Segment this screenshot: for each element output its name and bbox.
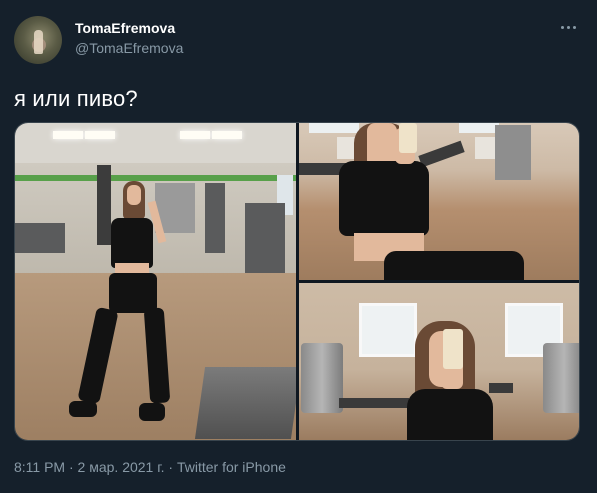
author-handle[interactable]: @TomaEfremova [75,40,183,56]
more-options-icon[interactable] [557,18,579,36]
tweet-text: я или пиво? [14,86,138,111]
author-avatar[interactable] [14,16,62,64]
gym-mirror-selfie-photo[interactable] [299,123,579,280]
tweet: TomaEfremova @TomaEfremova я или пиво? 8… [0,0,597,493]
gym-phone-selfie-photo[interactable] [299,283,579,440]
media-grid [14,122,580,441]
tweet-meta: 8:11 PM · 2 мар. 2021 г. · Twitter for i… [14,459,286,475]
gym-full-body-photo[interactable] [15,123,296,440]
author-display-name[interactable]: TomaEfremova [75,20,175,36]
